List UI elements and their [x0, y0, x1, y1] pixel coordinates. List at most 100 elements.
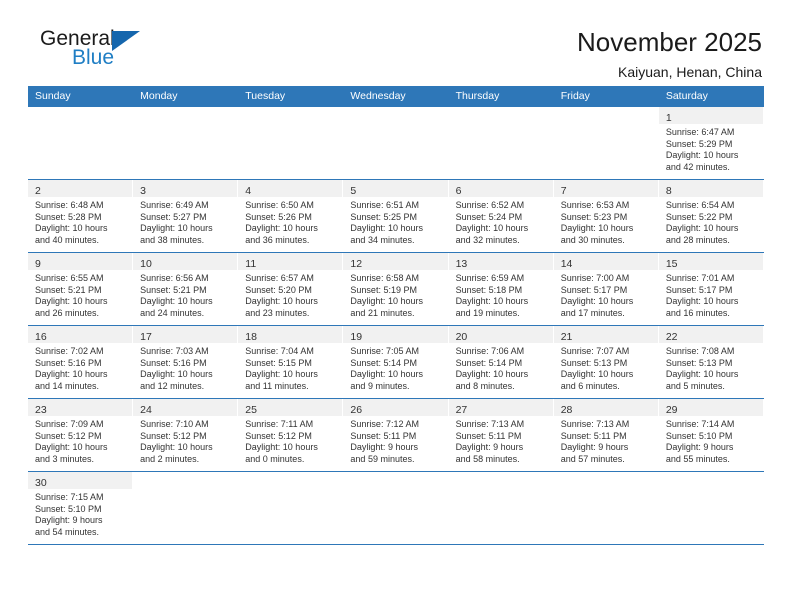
day-daylight-text: Daylight: 10 hours: [140, 223, 213, 234]
day-daylight-text: and 40 minutes.: [35, 234, 100, 245]
day-number: 24: [140, 404, 152, 416]
day-number-band: [28, 107, 133, 124]
calendar-grid: Sunday Monday Tuesday Wednesday Thursday Frid…: [28, 86, 764, 545]
day-sun-info: Sunrise: 6:50 AM Sunset: 5:26 PM Daylight:…: [238, 197, 342, 250]
day-number: 28: [560, 404, 573, 416]
day-cell[interactable]: 7 Sunrise: 6:53 AM Sunset: 5:23 PM Daylight…: [553, 180, 659, 252]
day-daylight-text: Daylight: 10 hours: [455, 223, 529, 234]
day-sunset-text: Sunset: 5:21 PM: [140, 284, 207, 295]
day-daylight-text: Daylight: 10 hours: [665, 150, 739, 161]
calendar-week-row: 2 Sunrise: 6:48 AM Sunset: 5:28 PM Daylight…: [28, 180, 764, 253]
day-sunset-text: Sunset: 5:12 PM: [35, 430, 102, 441]
day-sunrise-text: Sunrise: 7:02 AM: [35, 346, 104, 356]
day-number: 14: [560, 258, 573, 270]
day-sun-info: Sunrise: 7:11 AM Sunset: 5:12 PM Daylight:…: [238, 416, 342, 469]
day-cell[interactable]: 25 Sunrise: 7:11 AM Sunset: 5:12 PM Dayligh…: [238, 399, 344, 471]
day-cell[interactable]: 1 Sunrise: 6:47 AM Sunset: 5:29 PM Daylight…: [658, 107, 764, 179]
day-sunset-text: Sunset: 5:29 PM: [665, 138, 733, 149]
day-cell[interactable]: 26 Sunrise: 7:12 AM Sunset: 5:11 PM Dayligh…: [343, 399, 449, 471]
day-daylight-text: Daylight: 9 hours: [350, 442, 418, 453]
day-number-band: 11: [238, 253, 343, 270]
general-blue-logo[interactable]: General Blue: [28, 28, 168, 80]
day-cell[interactable]: 14 Sunrise: 7:00 AM Sunset: 5:17 PM Dayligh…: [553, 253, 659, 325]
day-cell[interactable]: 12 Sunrise: 6:58 AM Sunset: 5:19 PM Dayligh…: [343, 253, 449, 325]
day-cell[interactable]: 22 Sunrise: 7:08 AM Sunset: 5:13 PM Dayligh…: [658, 326, 764, 398]
day-cell[interactable]: 6 Sunrise: 6:52 AM Sunset: 5:24 PM Daylight…: [448, 180, 554, 252]
day-cell[interactable]: 13 Sunrise: 6:59 AM Sunset: 5:18 PM Dayligh…: [448, 253, 554, 325]
day-sun-info: Sunrise: 6:59 AM Sunset: 5:18 PM Daylight:…: [449, 270, 553, 323]
day-number-band: [448, 472, 553, 489]
day-sunset-text: Sunset: 5:25 PM: [350, 211, 417, 222]
day-sun-info: Sunrise: 6:48 AM Sunset: 5:28 PM Daylight:…: [28, 197, 132, 250]
day-cell[interactable]: 23 Sunrise: 7:09 AM Sunset: 5:12 PM Dayligh…: [28, 399, 134, 471]
day-cell[interactable]: 8 Sunrise: 6:54 AM Sunset: 5:22 PM Daylight…: [658, 180, 764, 252]
day-cell[interactable]: 20 Sunrise: 7:06 AM Sunset: 5:14 PM Dayligh…: [448, 326, 554, 398]
day-daylight-text: and 24 minutes.: [140, 307, 205, 318]
day-number-band: 23: [28, 399, 133, 416]
day-sunrise-text: Sunrise: 7:00 AM: [560, 273, 630, 283]
day-cell[interactable]: 3 Sunrise: 6:49 AM Sunset: 5:27 PM Daylight…: [133, 180, 239, 252]
day-cell[interactable]: 16 Sunrise: 7:02 AM Sunset: 5:16 PM Dayligh…: [28, 326, 134, 398]
day-sunset-text: Sunset: 5:11 PM: [350, 430, 417, 441]
day-sunrise-text: Sunrise: 6:56 AM: [140, 273, 209, 283]
day-daylight-text: Daylight: 9 hours: [665, 442, 734, 453]
day-number: 22: [665, 331, 678, 343]
day-number-band: 5: [343, 180, 448, 197]
day-sunset-text: Sunset: 5:17 PM: [665, 284, 733, 295]
day-sunrise-text: Sunrise: 7:13 AM: [560, 419, 630, 429]
day-sunset-text: Sunset: 5:24 PM: [455, 211, 523, 222]
calendar-week-row: 16 Sunrise: 7:02 AM Sunset: 5:16 PM Dayligh…: [28, 326, 764, 399]
day-cell[interactable]: 17 Sunrise: 7:03 AM Sunset: 5:16 PM Dayligh…: [133, 326, 239, 398]
day-sunset-text: Sunset: 5:23 PM: [560, 211, 628, 222]
day-sun-info: Sunrise: 6:54 AM Sunset: 5:22 PM Daylight:…: [659, 197, 763, 250]
day-cell[interactable]: 9 Sunrise: 6:55 AM Sunset: 5:21 PM Daylight…: [28, 253, 134, 325]
day-cell-empty: [343, 107, 449, 179]
day-cell[interactable]: 15 Sunrise: 7:01 AM Sunset: 5:17 PM Dayligh…: [658, 253, 764, 325]
day-number-band: 30: [28, 472, 133, 489]
day-sunrise-text: Sunrise: 7:12 AM: [350, 419, 419, 429]
day-cell[interactable]: 5 Sunrise: 6:51 AM Sunset: 5:25 PM Daylight…: [343, 180, 449, 252]
day-number-band: [238, 472, 343, 489]
day-number-band: 22: [658, 326, 763, 343]
day-sun-info: Sunrise: 6:55 AM Sunset: 5:21 PM Daylight:…: [28, 270, 132, 323]
day-cell[interactable]: 21 Sunrise: 7:07 AM Sunset: 5:13 PM Dayligh…: [553, 326, 659, 398]
day-sunset-text: Sunset: 5:11 PM: [455, 430, 522, 441]
day-cell[interactable]: 10 Sunrise: 6:56 AM Sunset: 5:21 PM Dayligh…: [133, 253, 239, 325]
day-number-band: 15: [658, 253, 763, 270]
day-cell[interactable]: 4 Sunrise: 6:50 AM Sunset: 5:26 PM Daylight…: [238, 180, 344, 252]
day-daylight-text: Daylight: 10 hours: [140, 442, 213, 453]
day-cell[interactable]: 28 Sunrise: 7:13 AM Sunset: 5:11 PM Dayligh…: [553, 399, 659, 471]
day-sunrise-text: Sunrise: 7:09 AM: [35, 419, 104, 429]
day-number-band: 12: [343, 253, 448, 270]
day-cell[interactable]: 2 Sunrise: 6:48 AM Sunset: 5:28 PM Daylight…: [28, 180, 134, 252]
day-daylight-text: and 19 minutes.: [455, 307, 520, 318]
day-cell[interactable]: 24 Sunrise: 7:10 AM Sunset: 5:12 PM Dayligh…: [133, 399, 239, 471]
day-number-band: 27: [448, 399, 553, 416]
day-daylight-text: and 58 minutes.: [455, 453, 520, 464]
day-number-band: 25: [238, 399, 343, 416]
day-number-band: 10: [133, 253, 238, 270]
day-sunset-text: Sunset: 5:12 PM: [245, 430, 312, 441]
day-sun-info: Sunrise: 7:10 AM Sunset: 5:12 PM Daylight:…: [133, 416, 237, 469]
day-number-band: 16: [28, 326, 133, 343]
day-cell[interactable]: 19 Sunrise: 7:05 AM Sunset: 5:14 PM Dayligh…: [343, 326, 449, 398]
day-daylight-text: and 9 minutes.: [350, 380, 410, 391]
day-sunset-text: Sunset: 5:26 PM: [245, 211, 312, 222]
day-number-band: 8: [658, 180, 763, 197]
day-daylight-text: Daylight: 10 hours: [455, 369, 529, 380]
day-sun-info: Sunrise: 6:49 AM Sunset: 5:27 PM Daylight:…: [133, 197, 237, 250]
day-number: 25: [245, 404, 257, 416]
day-cell[interactable]: 27 Sunrise: 7:13 AM Sunset: 5:11 PM Dayligh…: [448, 399, 554, 471]
day-cell[interactable]: 30 Sunrise: 7:15 AM Sunset: 5:10 PM Dayligh…: [28, 472, 134, 544]
day-cell[interactable]: 11 Sunrise: 6:57 AM Sunset: 5:20 PM Dayligh…: [238, 253, 344, 325]
day-sun-info: Sunrise: 7:09 AM Sunset: 5:12 PM Daylight:…: [28, 416, 132, 469]
day-number: 3: [140, 185, 146, 197]
weekday-header-tuesday: Tuesday: [245, 90, 286, 102]
day-cell[interactable]: 29 Sunrise: 7:14 AM Sunset: 5:10 PM Dayligh…: [658, 399, 764, 471]
day-number: 26: [350, 404, 363, 416]
day-number-band: 6: [448, 180, 553, 197]
day-number-band: 7: [553, 180, 658, 197]
day-daylight-text: and 12 minutes.: [140, 380, 205, 391]
day-cell[interactable]: 18 Sunrise: 7:04 AM Sunset: 5:15 PM Dayligh…: [238, 326, 344, 398]
day-sun-info: Sunrise: 7:06 AM Sunset: 5:14 PM Daylight:…: [449, 343, 553, 396]
